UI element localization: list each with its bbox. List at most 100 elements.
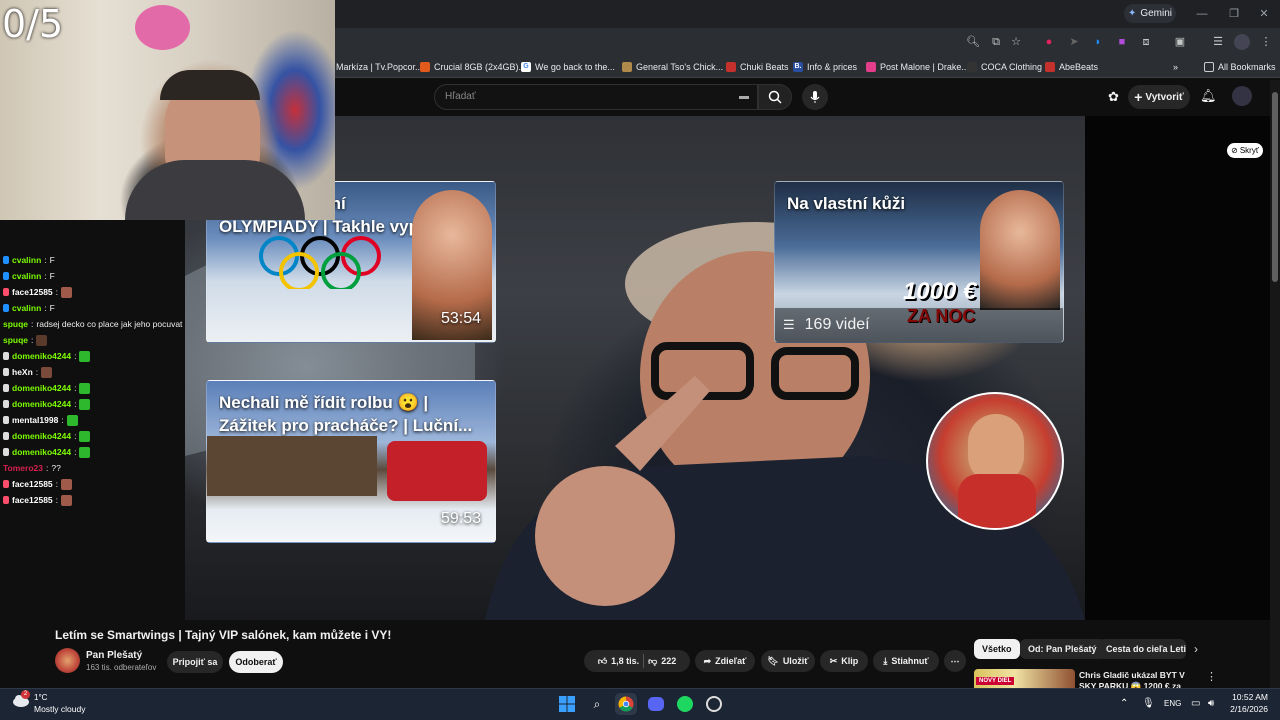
chat-username[interactable]: face12585 xyxy=(12,479,53,489)
chat-text: F xyxy=(49,303,55,313)
chip-related[interactable]: Cesta do cieľa Letisk xyxy=(1098,639,1186,659)
profile-avatar-icon[interactable] xyxy=(1234,34,1250,50)
chip-from-channel[interactable]: Od: Pan Plešatý xyxy=(1020,639,1105,659)
bookmark-item[interactable]: Markíza | Tv.Popcor... xyxy=(336,59,423,75)
save-button[interactable]: 🔖︎ Uložiť xyxy=(761,650,815,672)
bookmark-item[interactable]: Chuki Beats xyxy=(726,59,789,75)
tray-mic-icon[interactable]: 🎙︎ xyxy=(1142,698,1155,709)
search-input[interactable]: Hľadať ▬ xyxy=(434,84,758,110)
bookmarks-overflow-icon[interactable]: » xyxy=(1173,59,1178,75)
bookmark-item[interactable]: COCA Clothing xyxy=(967,59,1042,75)
dislike-count[interactable]: 222 xyxy=(661,656,676,666)
create-button[interactable]: + Vytvoriť xyxy=(1128,85,1190,109)
extension-icon[interactable]: ◗ xyxy=(1090,34,1106,50)
chat-username[interactable]: spuqe xyxy=(3,319,28,329)
chat-message: domeniko4244: xyxy=(0,348,190,364)
chat-message: domeniko4244: xyxy=(0,444,190,460)
app-icon[interactable] xyxy=(703,693,725,715)
chat-username[interactable]: spuqe xyxy=(3,335,28,345)
bookmark-label: AbeBeats xyxy=(1059,62,1099,72)
share-button[interactable]: ➦ Zdieľať xyxy=(695,650,755,672)
cast-icon[interactable]: ⧉ xyxy=(988,34,1004,50)
bookmark-item[interactable]: G We go back to the... xyxy=(521,59,615,75)
search-button[interactable] xyxy=(758,84,792,110)
gemini-button[interactable]: ✦ Gemini xyxy=(1124,4,1176,23)
recommended-thumbnail[interactable]: NOVÝ DIEL xyxy=(974,669,1075,688)
bookmark-item[interactable]: B. Info & prices xyxy=(793,59,857,75)
download-button[interactable]: ⤓ Stiahnuť xyxy=(873,650,939,672)
chat-username[interactable]: face12585 xyxy=(12,495,53,505)
notifications-bell-icon[interactable]: 🔔︎ xyxy=(1200,88,1217,104)
chat-username[interactable]: face12585 xyxy=(12,287,53,297)
chat-username[interactable]: domeniko4244 xyxy=(12,431,71,441)
close-window-icon[interactable]: ✕ xyxy=(1256,6,1272,22)
chat-username[interactable]: domeniko4244 xyxy=(12,351,71,361)
chat-username[interactable]: Tomero23 xyxy=(3,463,43,473)
bookmark-item[interactable]: AbeBeats xyxy=(1045,59,1098,75)
hide-endscreen-button[interactable]: ⊘ Skryť xyxy=(1227,143,1263,158)
more-actions-button[interactable]: ⋯ xyxy=(944,650,966,672)
menu-kebab-icon[interactable]: ⋮ xyxy=(1258,34,1274,50)
restore-icon[interactable]: ❐ xyxy=(1226,6,1242,22)
endscreen-playlist-card[interactable]: Na vlastní kůži 1000 € ZA NOC ☰ 169 vide… xyxy=(774,181,1064,343)
chevron-right-icon[interactable]: › xyxy=(1194,642,1198,656)
chip-label: Všetko xyxy=(982,644,1012,654)
discord-app-icon[interactable] xyxy=(645,693,667,715)
extension-icon[interactable]: ● xyxy=(1041,34,1057,50)
account-avatar[interactable] xyxy=(1232,86,1252,106)
create-label: Vytvoriť xyxy=(1145,91,1184,103)
zoom-icon[interactable]: 🔍︎ xyxy=(965,34,981,50)
chrome-app-icon[interactable] xyxy=(615,693,637,715)
chat-username[interactable]: heXn xyxy=(12,367,33,377)
clip-button[interactable]: ✂ Klip xyxy=(820,650,868,672)
chat-separator: : xyxy=(44,255,47,265)
chat-badge-icon xyxy=(3,416,9,424)
premium-icon[interactable]: ✿ xyxy=(1108,89,1119,105)
voice-search-button[interactable] xyxy=(802,84,828,110)
network-icon[interactable]: ▭ xyxy=(1191,698,1200,709)
spotify-app-icon[interactable] xyxy=(674,693,696,715)
chat-username[interactable]: cvalinn xyxy=(12,303,41,313)
endscreen-video-card[interactable]: Nechali mě řídit rolbu 😮 | Zážitek pro p… xyxy=(206,380,496,543)
channel-avatar[interactable] xyxy=(55,648,80,673)
join-button[interactable]: Pripojiť sa xyxy=(167,651,223,673)
new-episode-badge: NOVÝ DIEL xyxy=(976,677,1015,685)
like-count[interactable]: 1,8 tis. xyxy=(611,656,639,666)
chat-username[interactable]: cvalinn xyxy=(12,255,41,265)
recommended-title[interactable]: Chris Gladič ukázal BYT V SKY PARKU 😱 12… xyxy=(1079,670,1199,689)
extension-icon[interactable]: ➤ xyxy=(1066,34,1082,50)
bookmark-star-icon[interactable]: ☆ xyxy=(1008,34,1024,50)
subscribe-button[interactable]: Odoberať xyxy=(229,651,283,673)
tray-overflow-icon[interactable]: ⌃ xyxy=(1120,698,1128,709)
side-panel-icon[interactable]: ▣ xyxy=(1172,34,1188,50)
thumbs-up-icon[interactable]: 👍︎ xyxy=(598,656,607,667)
taskbar-search-icon[interactable]: ⌕ xyxy=(586,693,608,715)
start-windows-icon[interactable] xyxy=(556,693,578,715)
extensions-puzzle-icon[interactable]: ⧈ xyxy=(1138,34,1154,50)
channel-name[interactable]: Pan Plešatý xyxy=(86,650,142,661)
chat-username[interactable]: domeniko4244 xyxy=(12,383,71,393)
chat-username[interactable]: domeniko4244 xyxy=(12,399,71,409)
endscreen-channel-card[interactable] xyxy=(926,392,1064,530)
chat-username[interactable]: mental1998 xyxy=(12,415,58,425)
chat-username[interactable]: domeniko4244 xyxy=(12,447,71,457)
keyboard-icon[interactable]: ▬ xyxy=(739,85,749,109)
bookmark-item[interactable]: General Tso's Chick... xyxy=(622,59,723,75)
volume-icon[interactable]: 🔊︎ xyxy=(1208,698,1214,709)
extension-icon[interactable]: ■ xyxy=(1114,34,1130,50)
language-indicator[interactable]: ENG xyxy=(1164,699,1181,708)
more-vertical-icon[interactable]: ⋮ xyxy=(1206,670,1217,683)
chat-username[interactable]: cvalinn xyxy=(12,271,41,281)
chip-all[interactable]: Všetko xyxy=(974,639,1020,659)
clock-time[interactable]: 10:52 AM xyxy=(1228,692,1268,702)
scrollbar-thumb[interactable] xyxy=(1272,92,1278,282)
bookmark-item[interactable]: Crucial 8GB (2x4GB)... xyxy=(420,59,526,75)
minimize-icon[interactable]: — xyxy=(1194,6,1210,22)
reading-list-icon[interactable]: ☰ xyxy=(1210,34,1226,50)
subscribe-label: Odoberať xyxy=(235,657,277,667)
bookmark-item[interactable]: Post Malone | Drake... xyxy=(866,59,969,75)
all-bookmarks[interactable]: All Bookmarks xyxy=(1204,59,1276,75)
thumbs-down-icon[interactable]: 👎︎ xyxy=(648,656,657,667)
clock-date[interactable]: 2/16/2026 xyxy=(1228,704,1268,714)
favicon-icon xyxy=(967,62,977,72)
